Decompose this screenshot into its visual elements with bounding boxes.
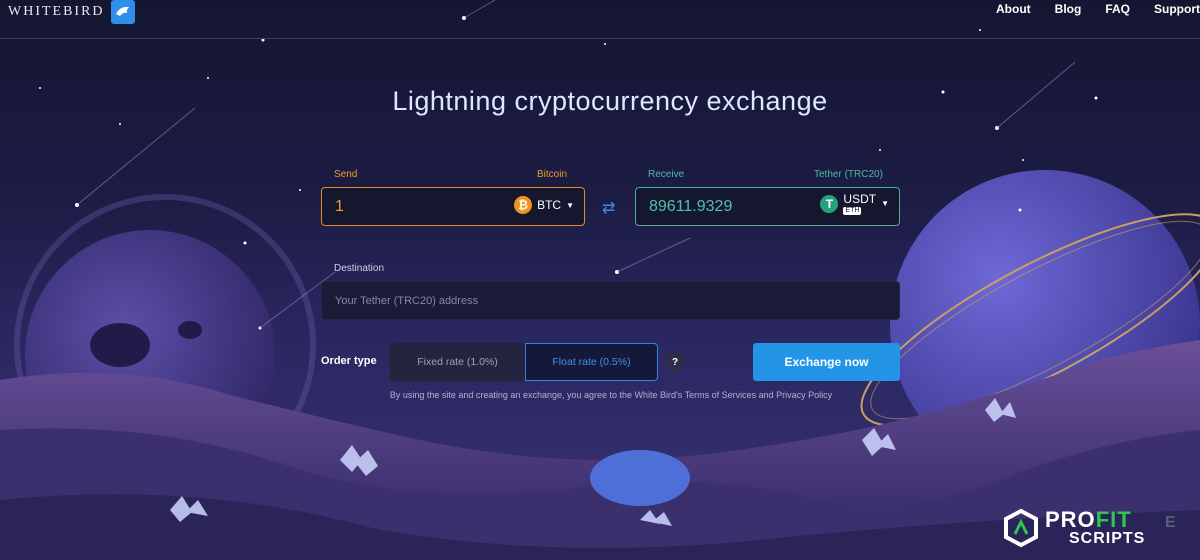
send-currency-code: BTC — [537, 198, 562, 212]
page-title: Lightning cryptocurrency exchange — [392, 86, 828, 116]
help-icon[interactable]: ? — [665, 352, 685, 372]
profit-scripts-icon — [1004, 508, 1038, 548]
faded-letter: E — [1165, 514, 1176, 531]
watermark-pro: PRO — [1045, 507, 1096, 532]
logo[interactable]: WHITEBIRD — [8, 0, 135, 24]
destination-input[interactable] — [322, 282, 899, 319]
space-background — [0, 0, 1200, 560]
receive-amount-value: 89611.9329 — [649, 198, 733, 215]
fixed-rate-option[interactable]: Fixed rate (1.0%) — [390, 343, 525, 381]
network-badge: ETH — [843, 207, 862, 215]
main-nav: About Blog FAQ Support — [996, 2, 1200, 16]
order-type-label: Order type — [321, 355, 377, 367]
swap-icon[interactable]: ⇄ — [602, 198, 615, 218]
chevron-down-icon: ▼ — [881, 199, 889, 209]
receive-currency-name: Tether (TRC20) — [814, 169, 883, 180]
watermark-logo: PROFIT SCRIPTS — [1001, 508, 1145, 548]
planet-crater — [90, 323, 150, 367]
exchange-now-button[interactable]: Exchange now — [753, 343, 900, 381]
terms-notice: By using the site and creating an exchan… — [389, 390, 833, 400]
logo-text: WHITEBIRD — [8, 4, 105, 19]
nav-faq[interactable]: FAQ — [1105, 2, 1130, 16]
receive-currency-code: USDT — [843, 192, 877, 206]
bitcoin-icon: ₿ — [514, 196, 533, 214]
receive-currency-select[interactable]: T USDT ETH ▼ — [820, 192, 889, 215]
float-rate-option[interactable]: Float rate (0.5%) — [525, 343, 658, 381]
receive-amount-field[interactable]: 89611.9329 T USDT ETH ▼ — [635, 187, 900, 226]
background-illustration — [0, 0, 1200, 560]
send-currency-name: Bitcoin — [537, 169, 568, 180]
destination-label: Destination — [334, 263, 385, 274]
planet-crater — [178, 321, 202, 339]
tether-icon: T — [820, 194, 839, 213]
receive-label: Receive — [648, 169, 685, 180]
send-amount-field[interactable]: 1 ₿ BTC ▼ — [321, 187, 585, 226]
send-amount-input[interactable]: 1 — [335, 198, 344, 216]
send-label: Send — [334, 169, 358, 180]
send-currency-select[interactable]: ₿ BTC ▼ — [514, 196, 574, 214]
bird-icon — [110, 0, 135, 24]
small-planet — [590, 450, 690, 506]
nav-about[interactable]: About — [996, 2, 1031, 16]
nav-support[interactable]: Support — [1154, 2, 1200, 16]
watermark-scripts: SCRIPTS — [1069, 530, 1146, 547]
chevron-down-icon: ▼ — [566, 200, 574, 210]
destination-field[interactable] — [321, 281, 900, 320]
nav-blog[interactable]: Blog — [1055, 2, 1082, 16]
top-header: WHITEBIRD About Blog FAQ Support — [0, 0, 1200, 39]
watermark-fit: FIT — [1095, 507, 1132, 532]
